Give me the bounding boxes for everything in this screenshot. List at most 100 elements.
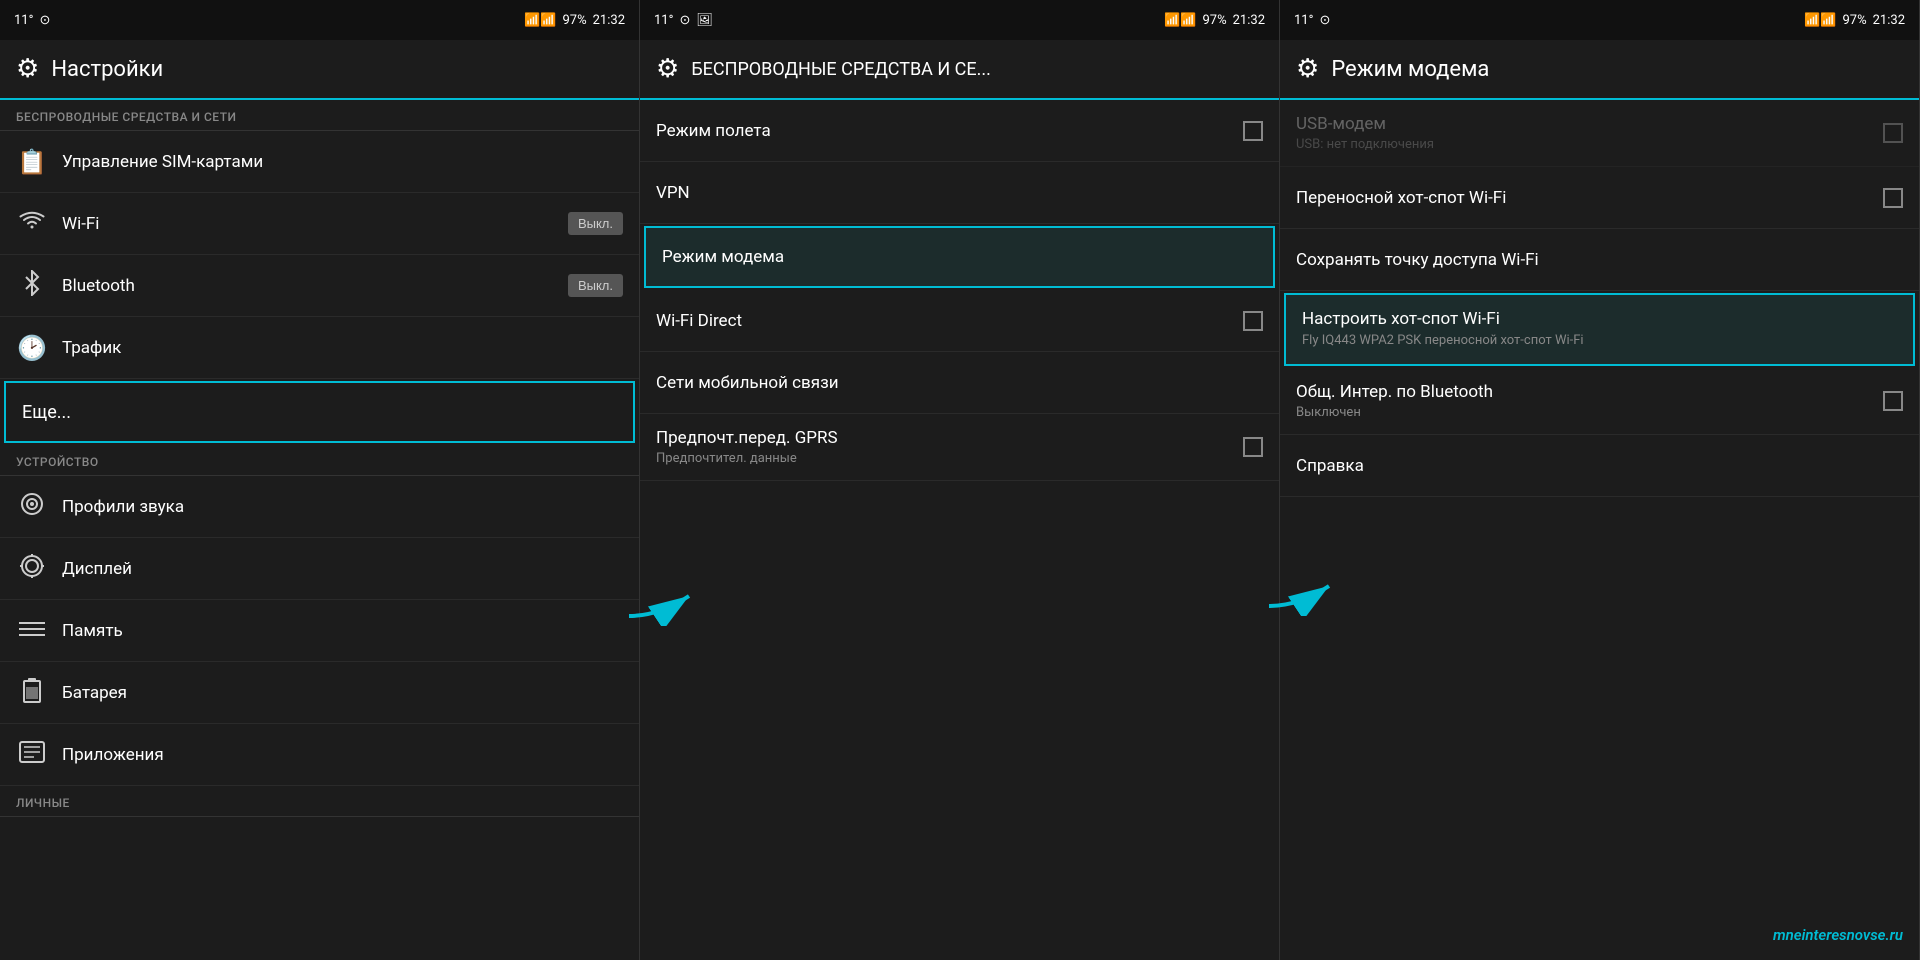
- settings-icon-2: ⚙: [656, 54, 679, 84]
- bluetooth-label: Bluetooth: [62, 276, 554, 296]
- wifi-label: Wi-Fi: [62, 214, 554, 234]
- watermark: mneinteresnovse.ru: [1773, 926, 1903, 944]
- section-device-1: УСТРОЙСТВО: [0, 445, 639, 476]
- sound-label: Профили звука: [62, 497, 623, 517]
- photo-icon-2: 🖼: [696, 13, 713, 28]
- settings-icon-1: ⚙: [16, 54, 39, 84]
- scroll-area-2[interactable]: Режим полета VPN Режим модема Wi-Fi Dire…: [640, 100, 1279, 960]
- gprs-checkbox[interactable]: [1243, 437, 1263, 457]
- help-item[interactable]: Справка: [1280, 435, 1919, 497]
- traffic-item[interactable]: 🕑 Трафик: [0, 317, 639, 379]
- bluetooth-toggle[interactable]: Выкл.: [568, 274, 623, 297]
- battery-1: 97%: [562, 13, 586, 28]
- status-right-2: 📶📶 97% 21:32: [1164, 13, 1265, 28]
- usb-label: USB-модем: [1296, 114, 1869, 134]
- page-header-3: ⚙ Режим модема: [1280, 40, 1919, 100]
- status-bar-3: 11° ⊙ 📶📶 97% 21:32: [1280, 0, 1919, 40]
- modem-item[interactable]: Режим модема: [644, 226, 1275, 288]
- page-title-3: Режим модема: [1331, 57, 1489, 82]
- signal-icon-3: ⊙: [1319, 13, 1330, 28]
- airplane-item[interactable]: Режим полета: [640, 100, 1279, 162]
- mobile-label: Сети мобильной связи: [656, 373, 1263, 393]
- more-label: Еще...: [22, 402, 617, 423]
- panel-1: 11° ⊙ 📶📶 97% 21:32 ⚙ Настройки БЕСПРОВОД…: [0, 0, 640, 960]
- airplane-label: Режим полета: [656, 121, 1229, 141]
- configure-item[interactable]: Настроить хот-спот Wi-Fi Fly IQ443 WPA2 …: [1284, 293, 1915, 366]
- display-label: Дисплей: [62, 559, 623, 579]
- configure-sub: Fly IQ443 WPA2 PSK переносной хот-спот W…: [1302, 332, 1897, 350]
- wifi-icon: [16, 210, 48, 238]
- wifi-toggle[interactable]: Выкл.: [568, 212, 623, 235]
- battery-label: Батарея: [62, 683, 623, 703]
- hotspot-label: Переносной хот-спот Wi-Fi: [1296, 188, 1869, 208]
- sound-icon: [16, 491, 48, 523]
- modem-label: Режим модема: [662, 247, 1257, 267]
- apps-icon: [16, 739, 48, 771]
- panel-3: 11° ⊙ 📶📶 97% 21:32 ⚙ Режим модема USB-мо…: [1280, 0, 1920, 960]
- page-title-2: БЕСПРОВОДНЫЕ СРЕДСТВА И СЕ...: [691, 59, 991, 80]
- signal-bars-1: 📶📶: [524, 13, 556, 28]
- gprs-sub: Предпочтител. данные: [656, 451, 1229, 466]
- memory-label: Память: [62, 621, 623, 641]
- page-header-1: ⚙ Настройки: [0, 40, 639, 100]
- battery-icon: [16, 677, 48, 709]
- wifidirect-item[interactable]: Wi-Fi Direct: [640, 290, 1279, 352]
- status-right-3: 📶📶 97% 21:32: [1804, 13, 1905, 28]
- settings-icon-3: ⚙: [1296, 54, 1319, 84]
- display-item[interactable]: Дисплей: [0, 538, 639, 600]
- usb-sub: USB: нет подключения: [1296, 137, 1869, 152]
- section-personal-1: ЛИЧНЫЕ: [0, 786, 639, 817]
- page-title-1: Настройки: [51, 57, 163, 82]
- hotspot-checkbox[interactable]: [1883, 188, 1903, 208]
- status-left-1: 11° ⊙: [14, 13, 50, 28]
- vpn-item[interactable]: VPN: [640, 162, 1279, 224]
- battery-2: 97%: [1202, 13, 1226, 28]
- time-3: 21:32: [1873, 13, 1905, 28]
- gprs-label: Предпочт.перед. GPRS: [656, 428, 1229, 448]
- more-item[interactable]: Еще...: [4, 381, 635, 443]
- wifidirect-checkbox[interactable]: [1243, 311, 1263, 331]
- wifi-item[interactable]: Wi-Fi Выкл.: [0, 193, 639, 255]
- traffic-icon: 🕑: [16, 334, 48, 362]
- save-item[interactable]: Сохранять точку доступа Wi-Fi: [1280, 229, 1919, 291]
- mobile-item[interactable]: Сети мобильной связи: [640, 352, 1279, 414]
- help-label: Справка: [1296, 456, 1903, 476]
- scroll-area-3[interactable]: USB-модем USB: нет подключения Переносно…: [1280, 100, 1919, 960]
- status-right-1: 📶📶 97% 21:32: [524, 13, 625, 28]
- bluetooth-icon: [16, 270, 48, 302]
- bt-share-item[interactable]: Общ. Интер. по Bluetooth Выключен: [1280, 368, 1919, 435]
- signal-icon-2: ⊙: [679, 13, 690, 28]
- temp-1: 11°: [14, 13, 33, 28]
- usb-item[interactable]: USB-модем USB: нет подключения: [1280, 100, 1919, 167]
- panel-2: 11° ⊙ 🖼 📶📶 97% 21:32 ⚙ БЕСПРОВОДНЫЕ СРЕД…: [640, 0, 1280, 960]
- signal-bars-2: 📶📶: [1164, 13, 1196, 28]
- sim-icon: 📋: [16, 148, 48, 176]
- vpn-label: VPN: [656, 183, 1263, 203]
- traffic-label: Трафик: [62, 338, 623, 358]
- section-wireless-1: БЕСПРОВОДНЫЕ СРЕДСТВА И СЕТИ: [0, 100, 639, 131]
- status-left-3: 11° ⊙: [1294, 13, 1330, 28]
- wifidirect-label: Wi-Fi Direct: [656, 311, 1229, 331]
- gprs-item[interactable]: Предпочт.перед. GPRS Предпочтител. данны…: [640, 414, 1279, 481]
- page-header-2: ⚙ БЕСПРОВОДНЫЕ СРЕДСТВА И СЕ...: [640, 40, 1279, 100]
- bt-share-checkbox[interactable]: [1883, 391, 1903, 411]
- bluetooth-item[interactable]: Bluetooth Выкл.: [0, 255, 639, 317]
- scroll-area-1[interactable]: БЕСПРОВОДНЫЕ СРЕДСТВА И СЕТИ 📋 Управлени…: [0, 100, 639, 960]
- status-left-2: 11° ⊙ 🖼: [654, 13, 713, 28]
- time-1: 21:32: [593, 13, 625, 28]
- usb-checkbox[interactable]: [1883, 123, 1903, 143]
- bt-share-sub: Выключен: [1296, 405, 1869, 420]
- memory-item[interactable]: Память: [0, 600, 639, 662]
- sim-item[interactable]: 📋 Управление SIM-картами: [0, 131, 639, 193]
- battery-item[interactable]: Батарея: [0, 662, 639, 724]
- memory-icon: [16, 617, 48, 645]
- bt-share-label: Общ. Интер. по Bluetooth: [1296, 382, 1869, 402]
- hotspot-item[interactable]: Переносной хот-спот Wi-Fi: [1280, 167, 1919, 229]
- status-bar-2: 11° ⊙ 🖼 📶📶 97% 21:32: [640, 0, 1279, 40]
- apps-label: Приложения: [62, 745, 623, 765]
- airplane-checkbox[interactable]: [1243, 121, 1263, 141]
- signal-bars-3: 📶📶: [1804, 13, 1836, 28]
- battery-3: 97%: [1842, 13, 1866, 28]
- sound-item[interactable]: Профили звука: [0, 476, 639, 538]
- apps-item[interactable]: Приложения: [0, 724, 639, 786]
